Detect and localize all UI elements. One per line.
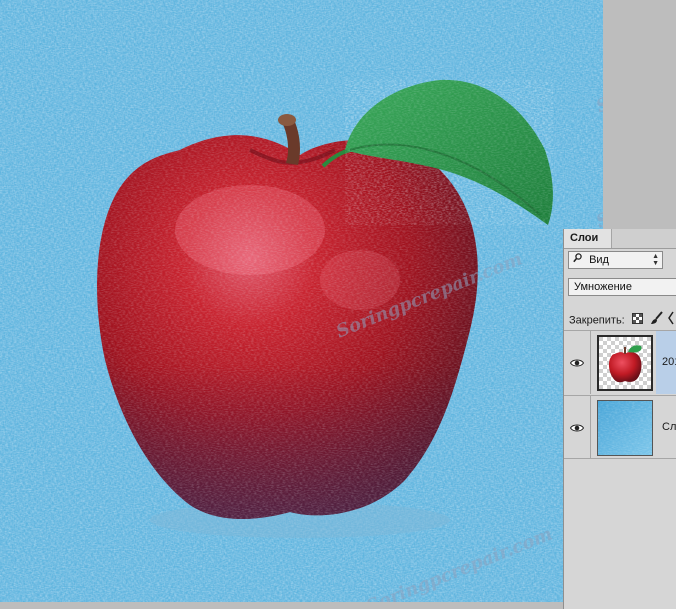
updown-arrows-icon: ▲ ▼	[652, 253, 659, 267]
layer-row[interactable]: Слой 1	[564, 395, 676, 459]
layer-thumbnail[interactable]	[597, 400, 653, 456]
document-canvas[interactable]: Soringpcrepair.com Soringpcrepair.com So…	[0, 0, 603, 602]
lock-transparency-icon[interactable]	[631, 312, 643, 329]
layer-filter-select[interactable]: Вид ▲ ▼	[568, 251, 663, 269]
blend-mode-label: Умножение	[574, 281, 632, 293]
layer-row[interactable]: 2016	[564, 330, 676, 394]
tab-layers[interactable]: Слои	[564, 229, 612, 248]
layer-name[interactable]: 2016	[662, 356, 676, 368]
apple-artwork	[0, 0, 603, 602]
layer-divider	[590, 396, 591, 458]
lock-label: Закрепить:	[569, 314, 625, 327]
eye-icon[interactable]	[569, 420, 585, 438]
panel-tabbar: Слои	[564, 229, 676, 249]
canvas-area[interactable]: Soringpcrepair.com Soringpcrepair.com So…	[0, 0, 676, 609]
eye-icon[interactable]	[569, 355, 585, 373]
layers-panel: Слои Вид ▲ ▼ Умножение Закрепить: 20 Сл	[563, 229, 676, 609]
layer-filter-label: Вид	[589, 254, 609, 266]
layer-thumbnail[interactable]	[597, 335, 653, 391]
lock-position-icon[interactable]	[668, 311, 674, 330]
lock-row: Закрепить:	[569, 311, 674, 327]
layer-name[interactable]: Слой 1	[662, 421, 676, 433]
blend-mode-select[interactable]: Умножение	[568, 278, 676, 296]
lock-pixels-brush-icon[interactable]	[650, 311, 664, 330]
layer-divider	[590, 331, 591, 394]
search-icon	[573, 253, 585, 266]
